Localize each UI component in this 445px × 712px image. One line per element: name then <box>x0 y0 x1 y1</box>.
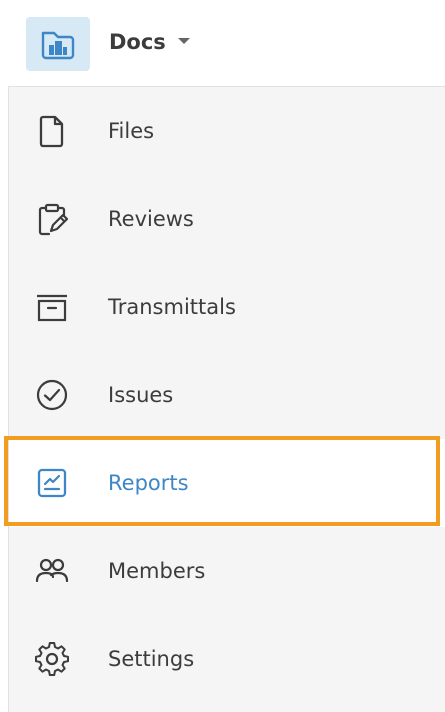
sidebar-item-members[interactable]: Members <box>9 527 445 615</box>
gear-icon <box>35 642 69 676</box>
sidebar-item-label: Settings <box>108 647 195 671</box>
members-icon <box>35 558 69 583</box>
report-chart-icon <box>37 468 67 498</box>
sidebar-item-transmittals[interactable]: Transmittals <box>9 263 445 351</box>
module-title[interactable]: Docs <box>109 27 166 57</box>
sidebar-item-label: Reports <box>108 471 189 495</box>
module-header: Docs <box>0 0 445 86</box>
sidebar-item-reports[interactable]: Reports <box>9 439 445 527</box>
sidebar-item-label: Files <box>108 119 155 143</box>
check-circle-icon <box>36 379 68 411</box>
sidebar-item-reviews[interactable]: Reviews <box>9 175 445 263</box>
file-icon <box>39 115 64 148</box>
sidebar-item-label: Reviews <box>108 207 194 231</box>
sidebar-item-label: Members <box>108 559 206 583</box>
building-folder-icon[interactable] <box>26 17 90 71</box>
sidebar-item-label: Transmittals <box>108 295 236 319</box>
sidebar-item-label: Issues <box>108 383 174 407</box>
sidebar-item-settings[interactable]: Settings <box>9 615 445 703</box>
sidebar-item-issues[interactable]: Issues <box>9 351 445 439</box>
app-window: Docs Files Reviews Transmittals Issues R… <box>0 0 445 712</box>
sidebar-nav: Files Reviews Transmittals Issues Report… <box>8 86 445 712</box>
sidebar-item-files[interactable]: Files <box>9 87 445 175</box>
caret-down-icon[interactable] <box>178 38 190 44</box>
archive-tray-icon <box>37 294 67 322</box>
clipboard-edit-icon <box>38 203 69 236</box>
